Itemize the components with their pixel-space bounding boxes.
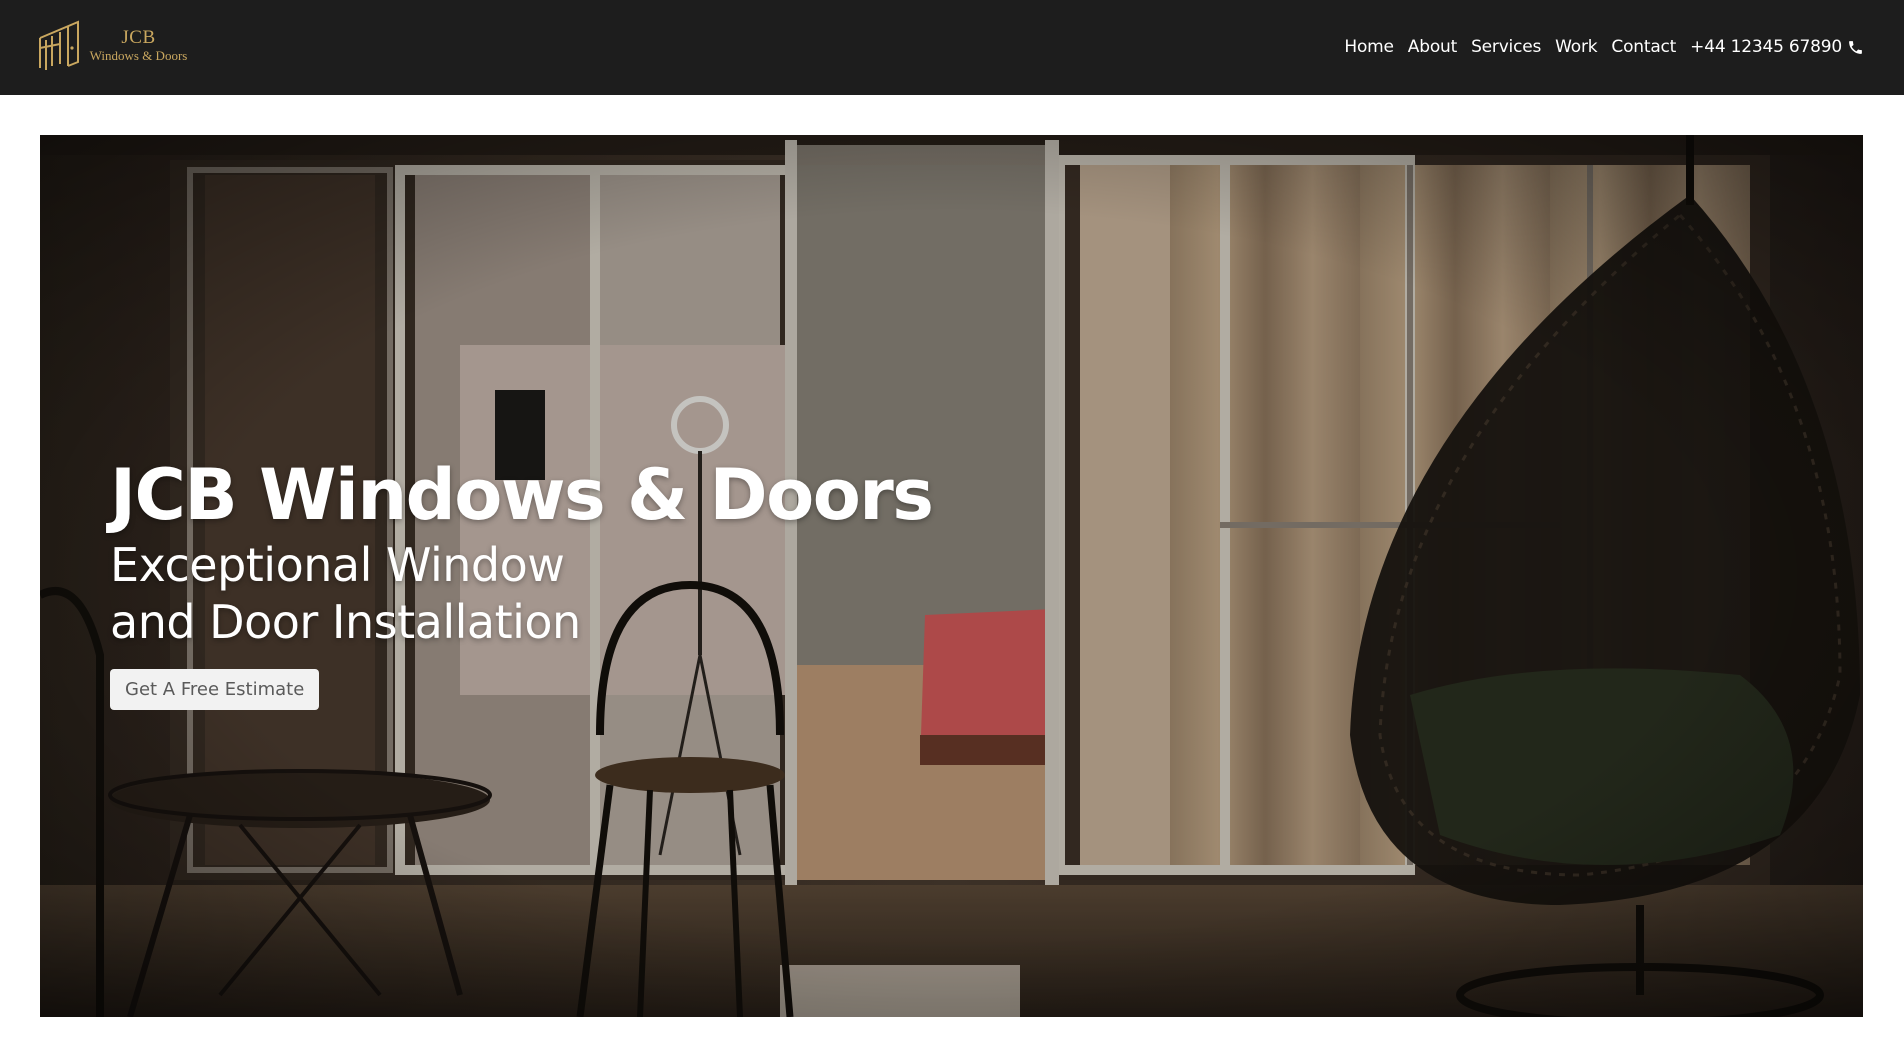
window-frame-logo-icon [39, 20, 79, 70]
nav-services[interactable]: Services [1471, 36, 1541, 58]
phone-link[interactable]: +44 12345 67890 [1690, 36, 1864, 58]
main-nav: Home About Services Work Contact +44 123… [1344, 36, 1864, 58]
nav-home[interactable]: Home [1344, 36, 1394, 58]
hero-subtitle-line-1: Exceptional Window [110, 538, 565, 592]
logo-name: JCB [121, 27, 156, 48]
phone-icon [1849, 40, 1862, 54]
nav-about[interactable]: About [1408, 36, 1457, 58]
logo-tagline: Windows & Doors [89, 48, 188, 63]
nav-work[interactable]: Work [1555, 36, 1597, 58]
nav-contact[interactable]: Contact [1611, 36, 1676, 58]
hero-subtitle: Exceptional Window and Door Installation [110, 537, 932, 651]
phone-number: +44 12345 67890 [1690, 37, 1842, 57]
free-estimate-button[interactable]: Get A Free Estimate [110, 669, 320, 710]
hero-section: JCB Windows & Doors Exceptional Window a… [40, 135, 1863, 1017]
site-logo[interactable]: JCB Windows & Doors [38, 18, 198, 74]
hero-content: JCB Windows & Doors Exceptional Window a… [110, 453, 934, 710]
site-header: JCB Windows & Doors Home About Services … [0, 0, 1904, 95]
logo-text: JCB Windows & Doors [81, 28, 196, 62]
hero-subtitle-line-2: and Door Installation [110, 595, 581, 649]
hero-title: JCB Windows & Doors [110, 454, 934, 536]
